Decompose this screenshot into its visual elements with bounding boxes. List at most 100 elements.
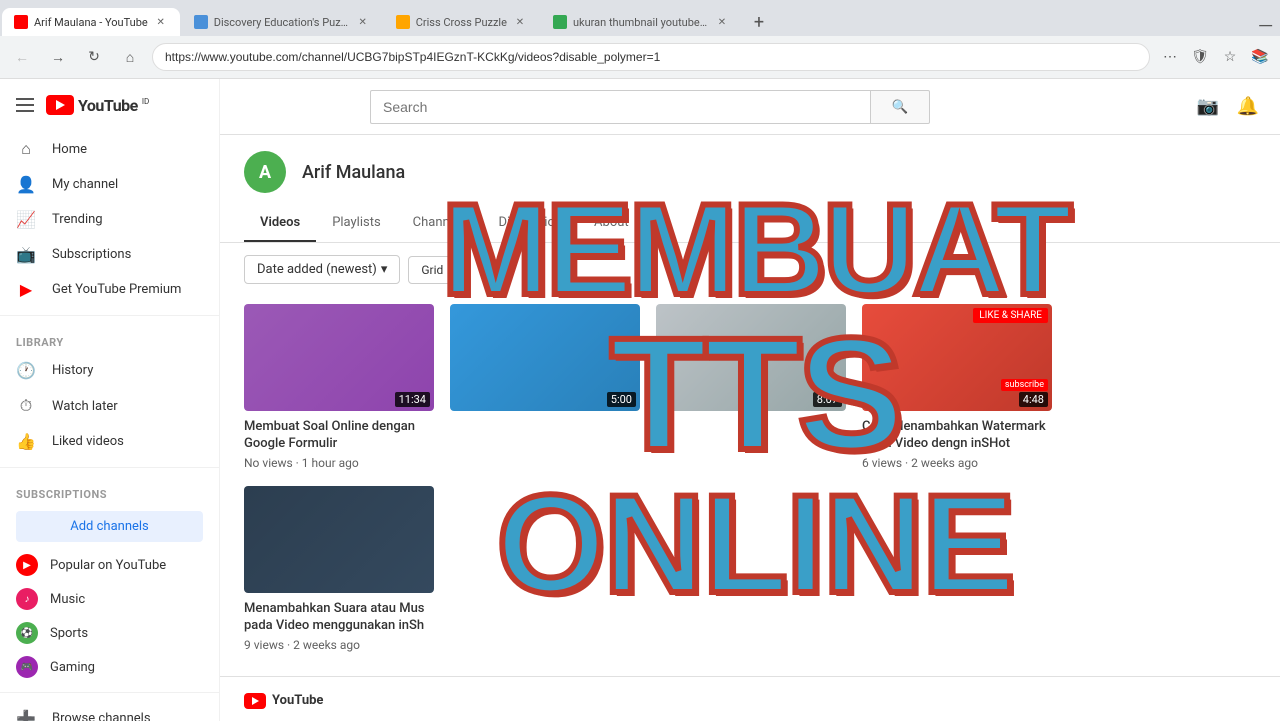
tab-3[interactable]: Criss Cross Puzzle ✕ [384,8,539,36]
minimize-button[interactable]: ─ [1259,15,1272,36]
add-channels-button[interactable]: Add channels [16,511,203,542]
sidebar-my-channel-label: My channel [52,177,118,192]
channel-header: A Arif Maulana Videos Playlists Channels… [220,135,1280,243]
youtube-logo-text: YouTube [78,96,138,115]
sidebar-item-my-channel[interactable]: 👤 My channel [0,167,219,202]
tab-bar: Arif Maulana - YouTube ✕ Discovery Educa… [0,0,1280,36]
refresh-button[interactable]: ↻ [80,43,108,71]
video-title-5: Menambahkan Suara atau Mus pada Video me… [244,601,434,635]
gaming-avatar: 🎮 [16,656,38,678]
sidebar-premium-label: Get YouTube Premium [52,282,181,297]
sidebar-item-liked-videos[interactable]: 👍 Liked videos [0,424,219,459]
video-meta-4: 6 views · 2 weeks ago [862,456,1052,470]
video-views-1: No views [244,456,293,470]
subscriptions-icon: 📺 [16,245,36,264]
sidebar-history-label: History [52,363,93,378]
subscribe-badge: subscribe [1001,379,1048,391]
search-button[interactable]: 🔍 [870,90,930,124]
extensions-icon[interactable]: ⋯ [1158,45,1182,69]
sidebar-item-home[interactable]: ⌂ Home [0,131,219,167]
subscription-item-gaming[interactable]: 🎮 Gaming [0,650,219,684]
tab-4[interactable]: ukuran thumbnail youtube - G... ✕ [541,8,741,36]
video-thumbnail-1: 11:34 [244,304,434,411]
back-button[interactable]: ← [8,43,36,71]
sidebar-divider-1 [0,315,219,316]
sidebar-item-get-premium[interactable]: ▶ Get YouTube Premium [0,272,219,307]
video-time-5: 2 weeks ago [293,638,360,652]
youtube-logo[interactable]: YouTube ID [46,95,149,115]
browser-chrome: Arif Maulana - YouTube ✕ Discovery Educa… [0,0,1280,79]
channel-tab-about[interactable]: About [578,205,645,242]
home-button[interactable]: ⌂ [116,43,144,71]
notifications-icon[interactable]: 🔔 [1232,91,1264,123]
video-thumbnail-2: 5:00 [450,304,640,411]
video-info-4: Cara Menambahkan Watermark Pada Video de… [862,411,1052,470]
tab-label-2: Discovery Education's Puzzlem... [214,16,350,29]
channel-tab-discussion[interactable]: Discussion [483,205,579,242]
video-views-5: 9 views [244,638,284,652]
video-card-1[interactable]: 11:34 Membuat Soal Online dengan Google … [244,304,434,470]
video-meta-1: No views · 1 hour ago [244,456,434,470]
forward-button[interactable]: → [44,43,72,71]
search-input[interactable] [370,90,870,124]
video-card-4[interactable]: LIKE & SHARE subscribe 4:48 Cara Menamba… [862,304,1052,470]
subscription-item-sports[interactable]: ⚽ Sports [0,616,219,650]
tab-close-2[interactable]: ✕ [356,15,370,29]
video-meta-5: 9 views · 2 weeks ago [244,638,434,652]
hamburger-line [16,110,34,112]
channel-avatar: A [244,151,286,193]
sort-dropdown[interactable]: Date added (newest) ▾ [244,255,400,284]
watch-later-icon: ⏱ [16,396,36,416]
video-card-2[interactable]: 5:00 [450,304,640,470]
footer-play-icon [252,697,259,705]
footer-logo: YouTube [244,693,1256,709]
toolbar-icons: ⋯ 🛡 ☆ 📚 [1158,45,1272,69]
address-bar-input[interactable] [152,43,1150,71]
hamburger-menu[interactable] [16,98,34,112]
channel-tab-channels[interactable]: Channels [397,205,483,242]
upload-icon[interactable]: 📷 [1192,91,1224,123]
channel-name: Arif Maulana [302,162,405,183]
sidebar-item-browse-channels[interactable]: ➕ Browse channels [0,701,219,721]
subscription-item-popular[interactable]: ▶ Popular on YouTube [0,548,219,582]
video-title-4: Cara Menambahkan Watermark Pada Video de… [862,419,1052,453]
video-grid: 11:34 Membuat Soal Online dengan Google … [220,296,1280,676]
video-duration-3: 8:07 [813,392,842,407]
subscription-item-music[interactable]: ♪ Music [0,582,219,616]
sidebar-home-label: Home [52,142,87,157]
video-card-5[interactable]: Menambahkan Suara atau Mus pada Video me… [244,486,434,652]
sidebar-item-history[interactable]: 🕐 History [0,353,219,388]
grid-button[interactable]: Grid [408,256,456,284]
star-icon[interactable]: ☆ [1218,45,1242,69]
video-info-3 [656,411,846,419]
premium-icon: ▶ [16,280,36,299]
window-controls: ─ [1259,15,1280,36]
new-tab-button[interactable]: + [745,8,773,36]
sidebar-liked-videos-label: Liked videos [52,434,124,449]
video-time-4: 2 weeks ago [911,456,978,470]
video-thumbnail-5 [244,486,434,593]
search-bar: 🔍 [370,90,930,124]
video-card-3[interactable]: 8:07 [656,304,846,470]
channel-controls: Date added (newest) ▾ Grid [244,255,1256,284]
tab-favicon-criss [396,15,410,29]
tab-active[interactable]: Arif Maulana - YouTube ✕ [2,8,180,36]
channel-tab-playlists[interactable]: Playlists [316,205,396,242]
sidebar-item-watch-later[interactable]: ⏱ Watch later [0,388,219,424]
bookmarks-icon[interactable]: 📚 [1248,45,1272,69]
tab-close-1[interactable]: ✕ [154,15,168,29]
tab-close-4[interactable]: ✕ [715,15,729,29]
sidebar-trending-label: Trending [52,212,103,227]
tab-label-4: ukuran thumbnail youtube - G... [573,16,709,29]
sidebar-item-trending[interactable]: 📈 Trending [0,202,219,237]
tab-label-3: Criss Cross Puzzle [416,16,507,29]
topbar-right: 📷 🔔 [1064,91,1264,123]
sidebar-item-subscriptions[interactable]: 📺 Subscriptions [0,237,219,272]
youtube-app: YouTube ID ⌂ Home 👤 My channel 📈 Trendin… [0,79,1280,721]
gaming-label: Gaming [50,660,95,675]
channel-tab-videos[interactable]: Videos [244,205,316,242]
tab-2[interactable]: Discovery Education's Puzzlem... ✕ [182,8,382,36]
address-bar-row: ← → ↻ ⌂ ⋯ 🛡 ☆ 📚 [0,36,1280,78]
liked-videos-icon: 👍 [16,432,36,451]
tab-close-3[interactable]: ✕ [513,15,527,29]
